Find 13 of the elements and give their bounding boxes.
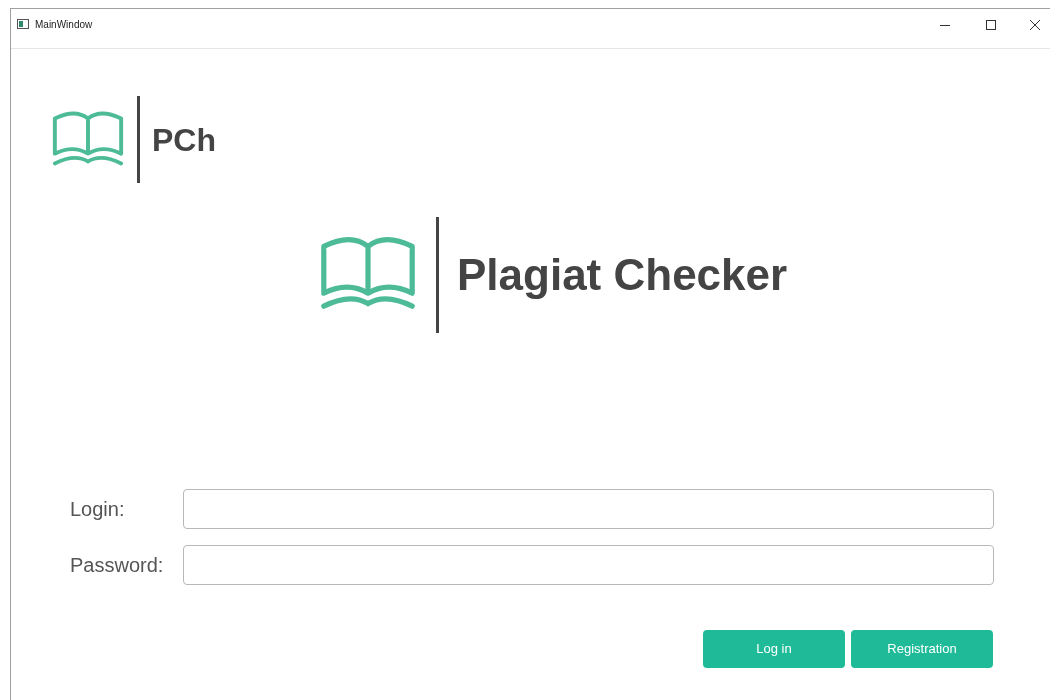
close-icon[interactable] <box>1030 20 1040 30</box>
app-icon <box>17 19 29 29</box>
logo-text: PCh <box>152 120 216 160</box>
minimize-icon[interactable] <box>940 25 950 27</box>
login-button[interactable]: Log in <box>703 630 845 668</box>
password-field[interactable] <box>183 545 994 585</box>
field-label: Password: <box>70 553 165 578</box>
registration-button[interactable]: Registration <box>851 630 993 668</box>
maximize-icon[interactable] <box>986 20 996 30</box>
field-label: Login: <box>70 497 126 522</box>
window-title: MainWindow <box>35 18 93 32</box>
logo-text: Plagiat Checker <box>457 249 788 301</box>
login-field[interactable] <box>183 489 994 529</box>
